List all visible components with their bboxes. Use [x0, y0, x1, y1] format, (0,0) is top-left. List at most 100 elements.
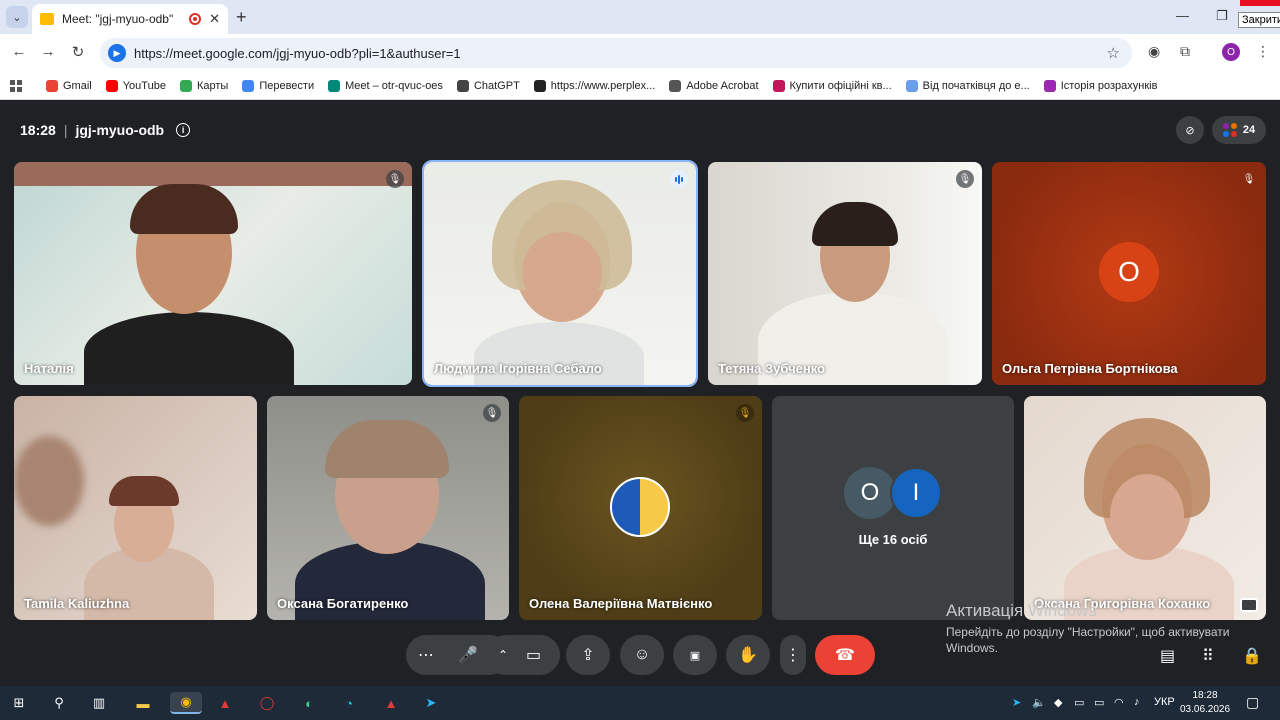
bookmark-item[interactable]: Купити офіційні кв...: [772, 79, 892, 92]
others-tile[interactable]: О І Ще 16 осіб: [772, 396, 1014, 620]
tab-search-button[interactable]: ⌄: [6, 6, 28, 28]
search-icon: ⚲: [54, 695, 64, 710]
security-tray-icon[interactable]: ◆: [1054, 696, 1062, 709]
edge-taskbar-button[interactable]: ◐: [298, 692, 320, 714]
app-taskbar-button[interactable]: ◔: [338, 692, 360, 714]
bookmark-favicon-icon: [456, 79, 469, 92]
acrobat-icon: ▲: [218, 695, 232, 711]
language-indicator[interactable]: УКР: [1154, 696, 1175, 708]
chrome-taskbar-button[interactable]: ◉: [170, 692, 202, 714]
reload-button[interactable]: ↻: [68, 43, 88, 61]
mic-off-icon: 🎙: [736, 404, 754, 422]
participant-name: Наталія: [24, 361, 74, 376]
forward-button[interactable]: →: [38, 43, 58, 60]
bookmark-label: Від початківця до е...: [922, 79, 1030, 92]
telegram-tray-icon[interactable]: ➤: [1012, 696, 1021, 709]
bookmark-item[interactable]: Історія розрахунків: [1043, 79, 1157, 92]
bookmark-label: Карты: [196, 79, 229, 92]
bookmark-label: Meet – otr-qvuc-oes: [345, 79, 443, 92]
task-view-button[interactable]: ▥: [88, 692, 110, 714]
opera-taskbar-button[interactable]: ◯: [256, 692, 278, 714]
network-tray-icon[interactable]: ▭: [1074, 696, 1084, 709]
hand-icon: ✋: [738, 647, 758, 664]
volume-icon[interactable]: 🔈: [1032, 696, 1046, 709]
participant-tile[interactable]: 🎙 Тетяна Зубченко: [708, 162, 982, 385]
meet-site-icon[interactable]: ▶: [108, 44, 126, 62]
extensions-puzzle-icon[interactable]: ⧉: [1180, 43, 1190, 60]
raise-hand-button[interactable]: ✋: [726, 635, 770, 675]
bookmark-star-icon[interactable]: ☆: [1107, 44, 1120, 62]
acrobat-taskbar-button[interactable]: ▲: [214, 692, 236, 714]
participant-tile[interactable]: 🎙 Олена Валеріївна Матвієнко: [519, 396, 762, 620]
bookmark-favicon-icon: [772, 79, 785, 92]
search-button[interactable]: ⚲: [48, 692, 70, 714]
captions-button[interactable]: ▣: [673, 635, 717, 675]
file-explorer-button[interactable]: ▬: [132, 692, 154, 714]
participant-tile[interactable]: 🎙 Оксана Богатиренко: [267, 396, 509, 620]
participant-hair: [109, 476, 179, 506]
bookmark-label: ChatGPT: [473, 79, 520, 92]
camera-off-icon: ⊘: [1185, 124, 1195, 137]
telegram-taskbar-button[interactable]: ➤: [420, 692, 442, 714]
bookmark-item[interactable]: Meet – otr-qvuc-oes: [328, 79, 443, 92]
leave-call-button[interactable]: ☎: [815, 635, 875, 675]
new-tab-button[interactable]: +: [236, 7, 247, 28]
participant-tile-active[interactable]: Людмила Ігорівна Себало: [422, 160, 698, 387]
meeting-header: 18:28 | jgj-myuo-odb i: [20, 122, 191, 138]
speaking-indicator-icon: [670, 170, 688, 188]
apps-grid-icon[interactable]: [10, 79, 22, 92]
kebab-menu-icon: ⋮: [785, 647, 801, 664]
participant-tile[interactable]: Tamila Kaliuzhna: [14, 396, 257, 620]
close-tooltip: Закрити: [1238, 12, 1280, 28]
clock-date: 03.06.2026: [1180, 704, 1231, 715]
participant-tile[interactable]: 🎙 Наталія: [14, 162, 412, 385]
bookmark-item[interactable]: Adobe Acrobat: [669, 79, 759, 92]
participant-body: [84, 312, 294, 385]
address-bar[interactable]: ▶ https://meet.google.com/jgj-myuo-odb?p…: [100, 38, 1132, 68]
profile-avatar[interactable]: O: [1222, 43, 1240, 61]
notifications-icon[interactable]: ▢: [1246, 694, 1259, 711]
minimize-button[interactable]: —: [1176, 8, 1189, 23]
opera-icon: ◯: [259, 695, 275, 710]
start-button[interactable]: ⊞: [8, 692, 30, 714]
chrome-icon: ◉: [180, 694, 192, 709]
bookmark-item[interactable]: Gmail: [46, 79, 92, 92]
system-clock[interactable]: 18:28 03.06.2026: [1180, 689, 1230, 717]
emoji-reactions-button[interactable]: ☺: [620, 635, 664, 675]
window-close-button[interactable]: [1240, 0, 1280, 6]
tab-close-icon[interactable]: ✕: [209, 11, 220, 27]
maximize-button[interactable]: ❐: [1216, 8, 1228, 24]
participant-tile[interactable]: О 🎙 Ольга Петрівна Бортнікова: [992, 162, 1266, 385]
others-avatar: І: [890, 467, 942, 519]
back-button[interactable]: ←: [9, 43, 29, 60]
bookmark-item[interactable]: https://www.perplex...: [533, 79, 656, 92]
bookmark-item[interactable]: Від початківця до е...: [905, 79, 1030, 92]
present-screen-button[interactable]: ⇪: [566, 635, 610, 675]
menu-kebab-icon[interactable]: ⋮: [1256, 43, 1270, 60]
chevron-up-icon[interactable]: ⌃: [498, 648, 508, 662]
bookmark-item[interactable]: Карты: [179, 79, 229, 92]
bookmark-item[interactable]: ChatGPT: [456, 79, 520, 92]
info-icon[interactable]: i: [176, 123, 191, 137]
bookmark-favicon-icon: [242, 79, 255, 92]
participant-tile[interactable]: Оксана Григорівна Коханко: [1024, 396, 1266, 620]
bookmark-label: https://www.perplex...: [550, 79, 656, 92]
people-button[interactable]: 24: [1212, 116, 1266, 144]
tab-title: Meet: "jgj-myuo-odb": [62, 12, 174, 26]
bookmark-item[interactable]: Перевести: [242, 79, 314, 92]
bookmark-item[interactable]: YouTube: [105, 79, 166, 92]
pdf-taskbar-button[interactable]: ▲: [380, 692, 402, 714]
battery-icon[interactable]: ▭: [1094, 696, 1104, 709]
extension-icon[interactable]: ◉: [1148, 43, 1160, 60]
app-icon: ◔: [345, 695, 353, 711]
more-audio-options-icon[interactable]: ⋯: [418, 645, 434, 665]
camera-button[interactable]: ▭: [526, 645, 541, 665]
speaker-icon[interactable]: ♪: [1134, 696, 1140, 708]
participant-name: Оксана Богатиренко: [277, 596, 409, 611]
wifi-icon[interactable]: ◠: [1114, 696, 1124, 709]
participant-name: Tamila Kaliuzhna: [24, 596, 130, 611]
more-options-button[interactable]: ⋮: [780, 635, 806, 675]
microphone-button[interactable]: 🎤: [450, 637, 486, 673]
tab-meet[interactable]: Meet: "jgj-myuo-odb" ✕: [32, 4, 228, 34]
camera-off-button[interactable]: ⊘: [1176, 116, 1204, 144]
